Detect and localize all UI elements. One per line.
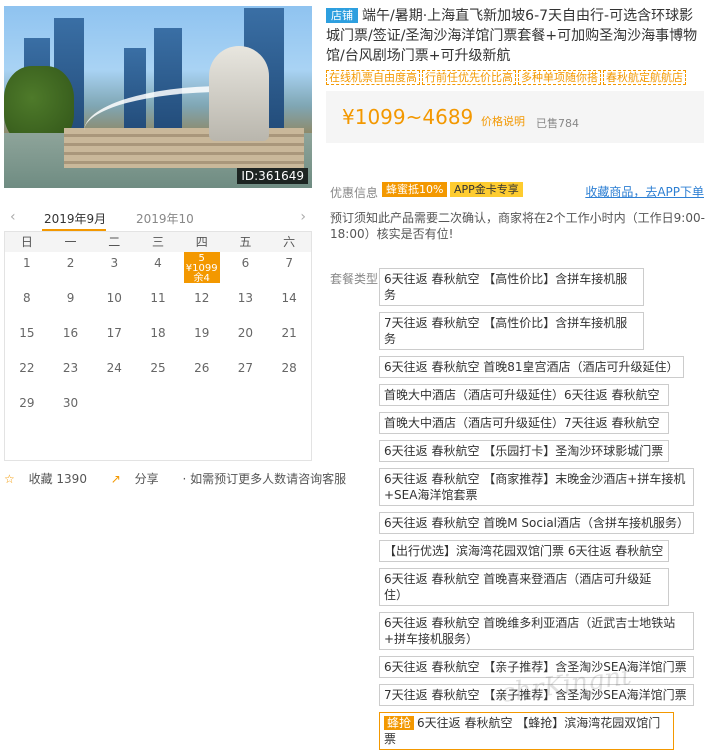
calendar-day[interactable]: 16 — [49, 322, 93, 357]
weekday-label: 三 — [151, 235, 164, 249]
package-option[interactable]: 【出行优选】滨海湾花园双馆门票 6天往返 春秋航空 — [379, 540, 669, 562]
package-option[interactable]: 6天往返 春秋航空 首晚喜来登酒店（酒店可升级延住） — [379, 568, 669, 606]
product-tag: 多种单项随你搭 — [518, 70, 601, 85]
month-tab-next[interactable]: 2019年10 — [136, 210, 194, 227]
promo-label: 优惠信息 — [330, 186, 379, 200]
calendar-day[interactable]: 25 — [136, 357, 180, 392]
fav-app-link[interactable]: 收藏商品，去APP下单 — [585, 183, 704, 200]
package-option[interactable]: 6天往返 春秋航空 首晚维多利亚酒店（近武吉士地铁站+拼车接机服务） — [379, 612, 694, 650]
sold-count: 已售784 — [536, 117, 579, 130]
booking-notice: 预订须知此产品需要二次确认，商家将在2个工作小时内（工作日9:00-18:00）… — [330, 211, 705, 241]
product-tag: 春秋航定航航店 — [603, 70, 686, 85]
calendar-day[interactable]: 1 — [5, 252, 49, 287]
calendar-month-nav: ‹ 2019年9月 2019年10 › — [4, 208, 312, 231]
calendar-day[interactable]: 20 — [224, 322, 268, 357]
product-title: 店铺 端午/暑期·上海直飞新加坡6-7天自由行-可选含环球影城门票/签证/圣淘沙海… — [326, 8, 698, 64]
weekday-label: 日 — [20, 235, 33, 249]
package-option[interactable]: 首晚大中酒店（酒店可升级延住）6天往返 春秋航空 — [379, 384, 669, 406]
package-option-highlight[interactable]: 蜂抢 6天往返 春秋航空 【蜂抢】滨海湾花园双馆门票 — [379, 712, 674, 750]
calendar-day[interactable]: 27 — [224, 357, 268, 392]
product-hero-image[interactable]: ID:361649 — [4, 6, 312, 188]
chevron-right-icon[interactable]: › — [300, 209, 306, 225]
calendar-day[interactable]: 24 — [92, 357, 136, 392]
calendar-day[interactable]: 28 — [267, 357, 311, 392]
product-tag: 在线机票自由度高 — [326, 70, 420, 85]
package-option[interactable]: 6天往返 春秋航空 【乐园打卡】圣淘沙环球影城门票 — [379, 440, 669, 462]
calendar-day[interactable]: 29 — [5, 392, 49, 427]
package-option-label: 6天往返 春秋航空 【蜂抢】滨海湾花园双馆门票 — [384, 716, 661, 746]
weekday-label: 一 — [64, 235, 77, 249]
promo-badge-honey: 蜂蜜抵10% — [382, 182, 448, 197]
calendar-day[interactable]: 2 — [49, 252, 93, 287]
weekday-label: 五 — [239, 235, 252, 249]
calendar-day[interactable]: 23 — [49, 357, 93, 392]
calendar-day[interactable]: 3 — [92, 252, 136, 287]
weekday-label: 六 — [283, 235, 296, 249]
product-tag: 行前任优先价比高 — [422, 70, 516, 85]
month-tab-active[interactable]: 2019年9月 — [44, 210, 106, 227]
calendar-weekday-header: 日一二三四五六 — [5, 232, 311, 252]
left-footer: ☆ 收藏 1390 ↗ 分享 · 如需预订更多人数请咨询客服 — [4, 470, 346, 486]
image-id-tag: ID:361649 — [237, 168, 308, 184]
calendar-day-selected-line: 余4 — [193, 273, 210, 284]
calendar-day[interactable]: 15 — [5, 322, 49, 357]
price-range: ¥1099~4689 — [342, 105, 474, 129]
price-explain-link[interactable]: 价格说明 — [481, 113, 525, 129]
weekday-label: 二 — [108, 235, 121, 249]
share-icon: ↗ — [110, 472, 121, 486]
favorite-link[interactable]: ☆ 收藏 1390 — [4, 472, 97, 486]
calendar-day[interactable]: 6 — [224, 252, 268, 287]
chevron-left-icon[interactable]: ‹ — [10, 209, 16, 225]
calendar-grid: 1 2 3 4 5 ¥1099 余4 6 7 8 9 10 11 12 13 14 15 16 17 18 19 20 21… — [5, 252, 311, 427]
calendar-day[interactable]: 22 — [5, 357, 49, 392]
share-link[interactable]: ↗ 分享 — [111, 472, 169, 486]
calendar-day[interactable]: 14 — [267, 287, 311, 322]
flash-sale-badge: 蜂抢 — [384, 716, 415, 730]
package-option[interactable]: 6天往返 春秋航空 首晚M Social酒店（含拼车接机服务） — [379, 512, 694, 534]
product-info: 店铺 端午/暑期·上海直飞新加坡6-7天自由行-可选含环球影城门票/签证/圣淘沙海… — [326, 6, 704, 143]
star-icon: ☆ — [4, 472, 15, 486]
calendar-day[interactable]: 4 — [136, 252, 180, 287]
product-tags: 在线机票自由度高 行前任优先价比高 多种单项随你搭 春秋航定航航店 — [326, 70, 704, 85]
package-option[interactable]: 6天往返 春秋航空 【商家推荐】末晚金沙酒店+拼车接机+SEA海洋馆套票 — [379, 468, 694, 506]
shop-badge[interactable]: 店铺 — [326, 8, 358, 23]
calendar-day[interactable]: 18 — [136, 322, 180, 357]
calendar-day-selected[interactable]: 5 ¥1099 余4 — [183, 252, 220, 284]
calendar-day[interactable]: 7 — [267, 252, 311, 287]
weekday-label: 四 — [195, 235, 208, 249]
promo-badge-app: APP金卡专享 — [450, 182, 523, 197]
calendar: 日一二三四五六 1 2 3 4 5 ¥1099 余4 6 7 8 9 10 11 12 13 14 15 16 17… — [4, 231, 312, 461]
calendar-day[interactable]: 8 — [5, 287, 49, 322]
calendar-day[interactable]: 13 — [224, 287, 268, 322]
package-option[interactable]: 6天往返 春秋航空 首晚81皇宫酒店（酒店可升级延住） — [379, 356, 684, 378]
calendar-day[interactable]: 12 — [180, 287, 224, 322]
calendar-day[interactable]: 10 — [92, 287, 136, 322]
calendar-day[interactable]: 19 — [180, 322, 224, 357]
package-option[interactable]: 7天往返 春秋航空 【高性价比】含拼车接机服务 — [379, 312, 644, 350]
calendar-day[interactable]: 17 — [92, 322, 136, 357]
package-type-label: 套餐类型 — [330, 272, 379, 286]
promo-row: 优惠信息 蜂蜜抵10% APP金卡专享 收藏商品，去APP下单 — [326, 182, 706, 200]
price-box: ¥1099~4689 价格说明 已售784 — [326, 91, 704, 143]
merlion-statue — [209, 46, 269, 141]
calendar-day[interactable]: 21 — [267, 322, 311, 357]
package-option[interactable]: 6天往返 春秋航空 【高性价比】含拼车接机服务 — [379, 268, 644, 306]
calendar-day[interactable]: 11 — [136, 287, 180, 322]
calendar-day[interactable]: 30 — [49, 392, 93, 427]
calendar-day[interactable]: 9 — [49, 287, 93, 322]
consult-text: · 如需预订更多人数请咨询客服 — [182, 472, 347, 486]
package-option[interactable]: 首晚大中酒店（酒店可升级延住）7天往返 春秋航空 — [379, 412, 669, 434]
calendar-day[interactable]: 26 — [180, 357, 224, 392]
